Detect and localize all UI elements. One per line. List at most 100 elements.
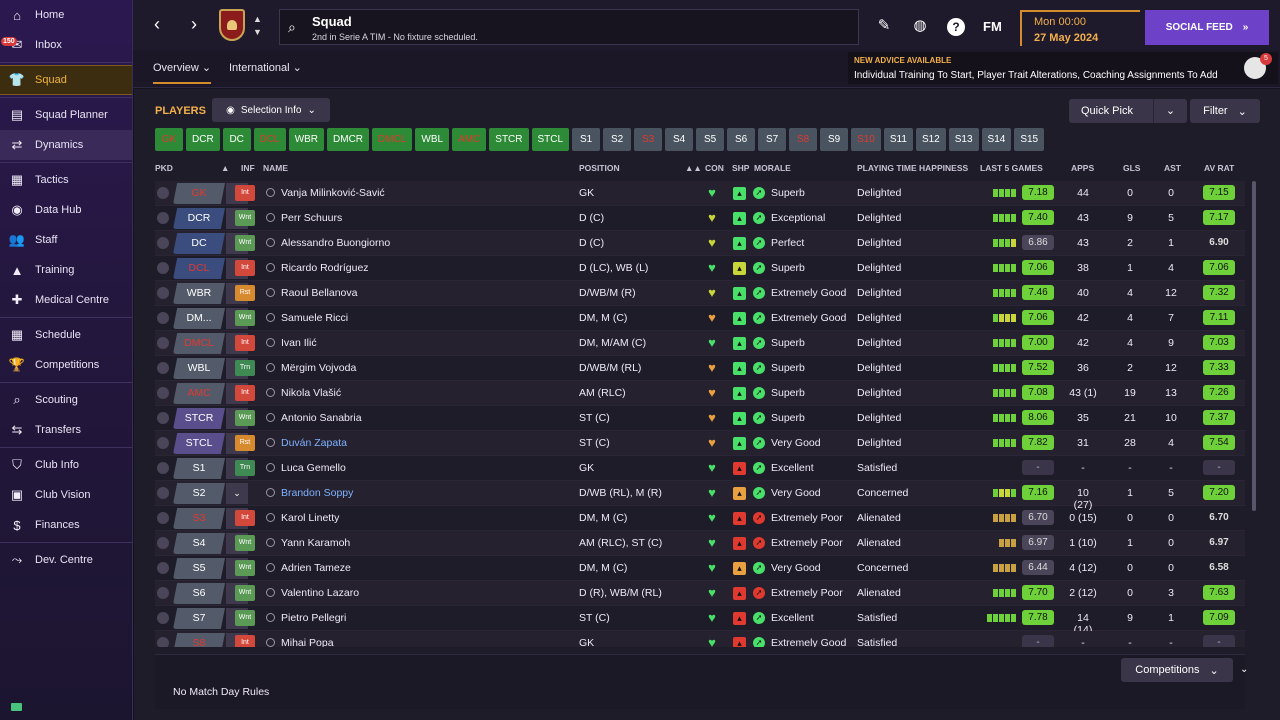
position-button[interactable]: DCL <box>253 128 286 151</box>
player-name[interactable]: Ricardo Rodríguez <box>281 262 369 274</box>
position-button[interactable]: DMCR <box>327 128 370 151</box>
row-select-checkbox[interactable] <box>157 312 169 324</box>
position-button[interactable]: STCR <box>489 128 529 151</box>
position-button[interactable]: S10 <box>851 128 881 151</box>
position-button[interactable]: S7 <box>758 128 787 151</box>
scrollbar[interactable] <box>1252 181 1256 511</box>
position-button[interactable]: STCL <box>531 128 570 151</box>
selection-position[interactable]: WBR <box>173 283 225 304</box>
col-inf[interactable]: INF <box>241 163 255 173</box>
col-name[interactable]: NAME <box>263 163 288 173</box>
row-select-checkbox[interactable] <box>157 187 169 199</box>
player-name[interactable]: Karol Linetty <box>281 512 339 524</box>
table-row[interactable]: DC⌄WntAlessandro BuongiornoD (C)♥▴➚Perfe… <box>155 231 1245 256</box>
player-name[interactable]: Valentino Lazaro <box>281 587 359 599</box>
table-row[interactable]: STCR⌄WntAntonio SanabriaST (C)♥▴➚SuperbD… <box>155 406 1245 431</box>
selection-position[interactable]: S1 <box>173 458 225 479</box>
row-select-checkbox[interactable] <box>157 637 169 647</box>
selection-position[interactable]: STCR <box>173 408 225 429</box>
player-name[interactable]: Alessandro Buongiorno <box>281 237 390 249</box>
player-name[interactable]: Samuele Ricci <box>281 312 348 324</box>
competitions-button[interactable]: Competitions ⌄ <box>1121 658 1233 682</box>
selection-position[interactable]: S3 <box>173 508 225 529</box>
table-row[interactable]: S8⌄IntMihai PopaGK♥▴➚Extremely GoodSatis… <box>155 631 1245 647</box>
row-select-checkbox[interactable] <box>157 262 169 274</box>
table-row[interactable]: DCL⌄IntRicardo RodríguezD (LC), WB (L)♥▴… <box>155 256 1245 281</box>
row-select-checkbox[interactable] <box>157 562 169 574</box>
selection-position[interactable]: DCR <box>173 208 225 229</box>
player-name[interactable]: Raoul Bellanova <box>281 287 357 299</box>
sidebar-item-tactics[interactable]: ▦ Tactics <box>0 165 132 195</box>
row-select-checkbox[interactable] <box>157 237 169 249</box>
edit-icon[interactable]: ✎ <box>874 16 894 36</box>
chevron-down-icon[interactable]: ▼ <box>253 27 262 37</box>
table-row[interactable]: S7⌄WntPietro PellegriST (C)♥▴➚ExcellentS… <box>155 606 1245 636</box>
player-name[interactable]: Perr Schuurs <box>281 212 342 224</box>
position-button[interactable]: DMCL <box>372 128 413 151</box>
selection-position[interactable]: S5 <box>173 558 225 579</box>
table-row[interactable]: S4⌄WntYann KaramohAM (RLC), ST (C)♥▴➚Ext… <box>155 531 1245 556</box>
table-row[interactable]: DMCL⌄IntIvan IlićDM, M/AM (C)♥▴➚SuperbDe… <box>155 331 1245 356</box>
help-icon[interactable]: ? <box>947 18 965 36</box>
sidebar-item-training[interactable]: ▲ Training <box>0 255 132 285</box>
sidebar-item-data-hub[interactable]: ◉ Data Hub <box>0 195 132 225</box>
player-name[interactable]: Brandon Soppy <box>281 487 353 499</box>
collapse-chevron-icon[interactable]: ⌄ <box>1240 664 1248 675</box>
row-select-checkbox[interactable] <box>157 287 169 299</box>
player-name[interactable]: Antonio Sanabria <box>281 412 362 424</box>
sidebar-item-club-info[interactable]: ⛉ Club Info <box>0 450 132 480</box>
position-button[interactable]: WBL <box>415 128 450 151</box>
col-shp[interactable]: SHP <box>732 163 749 173</box>
position-button[interactable]: GK <box>155 128 183 151</box>
club-crest-icon[interactable] <box>219 9 245 41</box>
table-row[interactable]: GK⌄IntVanja Milinković-SavićGK♥▴➚SuperbD… <box>155 181 1245 206</box>
table-row[interactable]: DCR⌄WntPerr SchuursD (C)♥▴➚ExceptionalDe… <box>155 206 1245 231</box>
player-name[interactable]: Vanja Milinković-Savić <box>281 187 385 199</box>
selection-position[interactable]: GK <box>173 183 225 204</box>
col-last-5-games[interactable]: LAST 5 GAMES <box>980 163 1043 173</box>
player-name[interactable]: Mërgim Vojvoda <box>281 362 356 374</box>
fm-menu-button[interactable]: FM <box>983 19 1002 34</box>
selection-position[interactable]: AMC <box>173 383 225 404</box>
position-button[interactable]: AMC <box>452 128 487 151</box>
row-select-checkbox[interactable] <box>157 412 169 424</box>
row-select-checkbox[interactable] <box>157 587 169 599</box>
search-box[interactable]: ⌕ Squad 2nd in Serie A TIM - No fixture … <box>279 9 859 45</box>
col-con[interactable]: CON <box>705 163 724 173</box>
sidebar-item-medical-centre[interactable]: ✚ Medical Centre <box>0 285 132 315</box>
advice-banner[interactable]: NEW ADVICE AVAILABLE Individual Training… <box>848 52 1278 84</box>
selection-position[interactable]: S2 <box>173 483 225 504</box>
table-row[interactable]: S1⌄TrnLuca GemelloGK♥▴➚ExcellentSatisfie… <box>155 456 1245 481</box>
position-button[interactable]: S3 <box>634 128 663 151</box>
position-button[interactable]: S2 <box>603 128 632 151</box>
chevron-up-icon[interactable]: ▲ <box>253 14 262 24</box>
col-gls[interactable]: GLS <box>1123 163 1140 173</box>
selection-position[interactable]: S7 <box>173 608 225 629</box>
col-ast[interactable]: AST <box>1164 163 1181 173</box>
table-row[interactable]: STCL⌄RstDuván ZapataST (C)♥▴➚Very GoodDe… <box>155 431 1245 456</box>
col-av-rat[interactable]: AV RAT <box>1204 163 1234 173</box>
row-select-checkbox[interactable] <box>157 437 169 449</box>
position-button[interactable]: S4 <box>665 128 694 151</box>
position-button[interactable]: S5 <box>696 128 725 151</box>
sidebar-item-competitions[interactable]: 🏆 Competitions <box>0 350 132 380</box>
position-button[interactable]: S14 <box>981 128 1012 151</box>
globe-icon[interactable]: ◍ <box>910 16 930 36</box>
row-select-checkbox[interactable] <box>157 212 169 224</box>
position-button[interactable]: S6 <box>727 128 756 151</box>
table-row[interactable]: AMC⌄IntNikola VlašićAM (RLC)♥▴➚SuperbDel… <box>155 381 1245 406</box>
selection-position[interactable]: STCL <box>173 433 225 454</box>
position-button[interactable]: S1 <box>572 128 601 151</box>
sidebar-item-squad-planner[interactable]: ▤ Squad Planner <box>0 100 132 130</box>
player-name[interactable]: Pietro Pellegri <box>281 612 346 624</box>
player-name[interactable]: Yann Karamoh <box>281 537 350 549</box>
player-name[interactable]: Nikola Vlašić <box>281 387 341 399</box>
sidebar-item-staff[interactable]: 👥 Staff <box>0 225 132 255</box>
quick-pick-button[interactable]: Quick Pick ⌄ <box>1069 99 1187 123</box>
selection-position[interactable]: S8 <box>173 633 225 647</box>
sidebar-item-home[interactable]: ⌂ Home <box>0 0 132 30</box>
position-button[interactable]: WBR <box>288 128 325 151</box>
table-row[interactable]: WBL⌄TrnMërgim VojvodaD/WB/M (RL)♥▴➚Super… <box>155 356 1245 381</box>
col-pkd[interactable]: PKD <box>155 163 173 173</box>
col-playing-time-happiness[interactable]: PLAYING TIME HAPPINESS <box>857 163 968 173</box>
